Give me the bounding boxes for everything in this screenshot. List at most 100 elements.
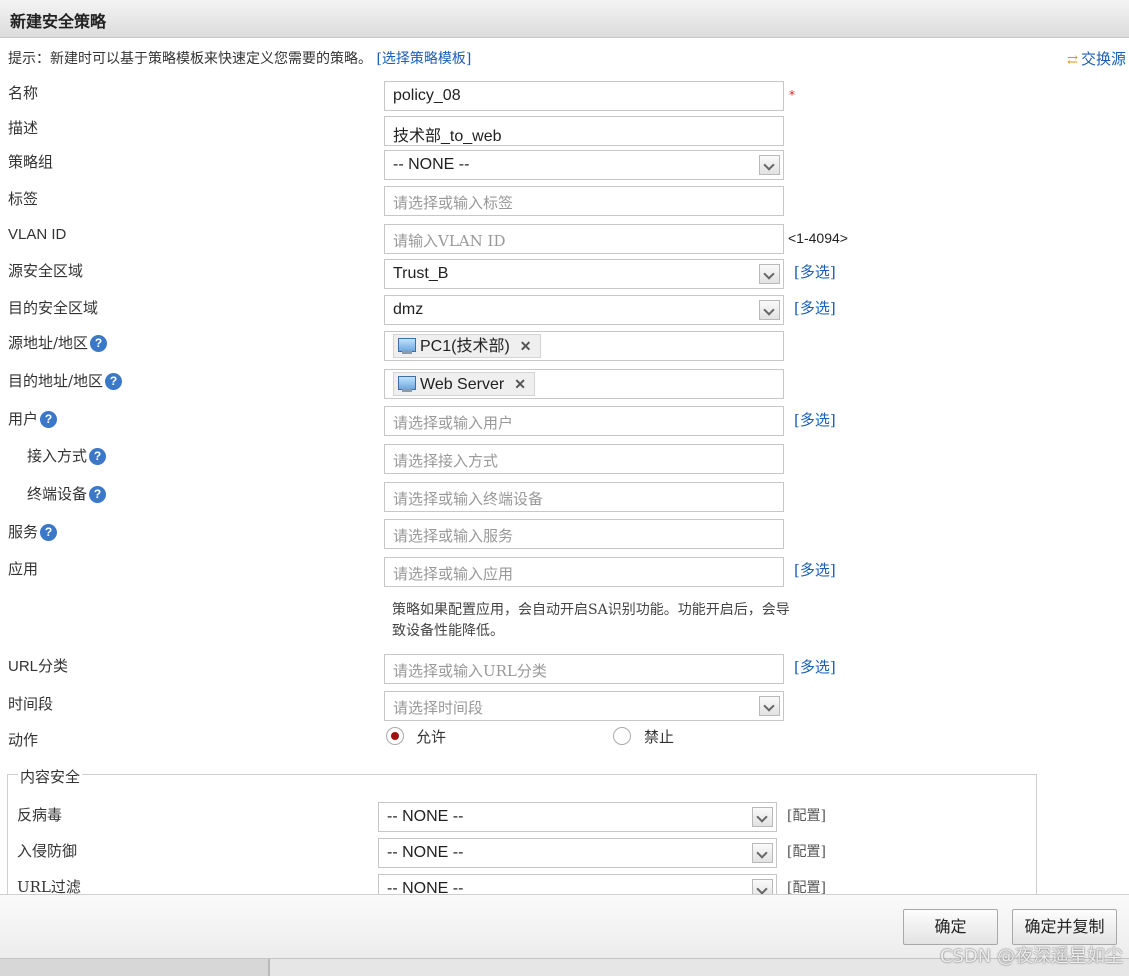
help-icon[interactable]: ? (40, 411, 58, 428)
chevron-down-icon[interactable] (752, 843, 773, 863)
dst-zone-multi-link[interactable]: [多选] (794, 297, 836, 318)
name-field[interactable]: policy_08 (384, 81, 784, 111)
chevron-down-icon[interactable] (759, 696, 780, 716)
hint-message: 提示：新建时可以基于策略模板来快速定义您需要的策略。 (8, 51, 372, 67)
help-icon[interactable]: ? (40, 524, 58, 541)
dst-address-label-text: 目的地址/地区 (8, 372, 104, 390)
chevron-down-icon[interactable] (759, 155, 780, 175)
hint-text: 提示：新建时可以基于策略模板来快速定义您需要的策略。 [选择策略模板] (8, 48, 471, 68)
chevron-down-icon[interactable] (759, 264, 780, 284)
src-zone-multi-link[interactable]: [多选] (794, 261, 836, 282)
schedule-label: 时间段 (8, 695, 54, 713)
access-mode-label: 接入方式? (27, 445, 107, 466)
src-address-tag-text: PC1(技术部) (420, 338, 510, 355)
ips-label: 入侵防御 (17, 842, 78, 860)
action-deny-radio[interactable] (613, 727, 631, 745)
policy-group-select[interactable]: -- NONE -- (384, 150, 784, 180)
src-address-field[interactable]: PC1(技术部) ✕ (384, 331, 784, 361)
required-marker: * (789, 88, 795, 102)
ok-button[interactable]: 确定 (903, 909, 998, 945)
description-value: 技术部_to_web (393, 128, 502, 145)
vlan-placeholder: 请输入VLAN ID (393, 232, 506, 250)
url-category-multi-link[interactable]: [多选] (794, 656, 836, 677)
ips-select[interactable]: -- NONE -- (378, 838, 777, 868)
src-zone-value: Trust_B (393, 265, 449, 282)
dst-zone-value: dmz (393, 301, 424, 318)
access-mode-placeholder: 请选择接入方式 (393, 452, 499, 470)
chevron-down-icon[interactable] (759, 300, 780, 320)
content-security-legend: 内容安全 (18, 766, 83, 787)
src-address-label: 源地址/地区? (8, 332, 108, 353)
status-bar-segment (0, 959, 270, 976)
antivirus-value: -- NONE -- (387, 808, 464, 825)
application-input[interactable]: 请选择或输入应用 (384, 557, 784, 587)
policy-group-value: -- NONE -- (393, 156, 470, 173)
service-label: 服务? (8, 521, 58, 542)
swap-source-link[interactable]: ⇄ 交换源 (1067, 48, 1126, 69)
remove-icon[interactable]: ✕ (514, 376, 526, 392)
url-category-label: URL分类 (8, 658, 69, 675)
action-permit-radio[interactable] (386, 727, 404, 745)
tag-placeholder: 请选择或输入标签 (393, 194, 514, 212)
url-category-input[interactable]: 请选择或输入URL分类 (384, 654, 784, 684)
action-label: 动作 (8, 731, 39, 749)
dst-address-tag-text: Web Server (420, 376, 505, 393)
action-permit-label: 允许 (416, 728, 447, 746)
swap-icon: ⇄ (1067, 53, 1078, 68)
src-zone-label: 源安全区域 (8, 262, 84, 280)
help-icon[interactable]: ? (105, 373, 123, 390)
ips-value: -- NONE -- (387, 844, 464, 861)
src-zone-select[interactable]: Trust_B (384, 259, 784, 289)
help-icon[interactable]: ? (89, 448, 107, 465)
user-multi-link[interactable]: [多选] (794, 409, 836, 430)
tag-label: 标签 (8, 190, 39, 208)
help-icon[interactable]: ? (89, 486, 107, 503)
dst-address-label: 目的地址/地区? (8, 370, 123, 391)
name-value: policy_08 (393, 87, 461, 104)
dst-zone-label: 目的安全区域 (8, 299, 99, 317)
schedule-placeholder: 请选择时间段 (393, 699, 484, 717)
ok-copy-button[interactable]: 确定并复制 (1012, 909, 1117, 945)
application-note: 策略如果配置应用，会自动开启SA识别功能。功能开启后，会导致设备性能降低。 (392, 602, 790, 639)
ips-config-link[interactable]: [配置] (787, 841, 826, 861)
vlan-label: VLAN ID (8, 226, 67, 243)
dst-zone-select[interactable]: dmz (384, 295, 784, 325)
computer-icon (398, 376, 416, 392)
user-label: 用户? (8, 408, 58, 429)
application-multi-link[interactable]: [多选] (794, 559, 836, 580)
select-template-link[interactable]: [选择策略模板] (376, 51, 471, 67)
computer-icon (398, 338, 416, 354)
dst-address-tag: Web Server ✕ (393, 372, 535, 396)
help-icon[interactable]: ? (90, 335, 108, 352)
vlan-range: <1-4094> (788, 230, 848, 246)
access-mode-label-text: 接入方式 (27, 447, 88, 465)
application-placeholder: 请选择或输入应用 (393, 565, 514, 583)
dst-address-field[interactable]: Web Server ✕ (384, 369, 784, 399)
antivirus-select[interactable]: -- NONE -- (378, 802, 777, 832)
access-mode-input[interactable]: 请选择接入方式 (384, 444, 784, 474)
vlan-input[interactable]: 请输入VLAN ID (384, 224, 784, 254)
service-label-text: 服务 (8, 523, 39, 541)
description-field[interactable]: 技术部_to_web (384, 116, 784, 146)
terminal-input[interactable]: 请选择或输入终端设备 (384, 482, 784, 512)
dialog-titlebar: 新建安全策略 (0, 0, 1129, 38)
chevron-down-icon[interactable] (752, 807, 773, 827)
terminal-label: 终端设备? (27, 483, 107, 504)
antivirus-config-link[interactable]: [配置] (787, 805, 826, 825)
terminal-placeholder: 请选择或输入终端设备 (393, 490, 544, 508)
name-label: 名称 (8, 84, 39, 102)
application-label: 应用 (8, 560, 39, 578)
user-input[interactable]: 请选择或输入用户 (384, 406, 784, 436)
src-address-label-text: 源地址/地区 (8, 334, 89, 352)
antivirus-label: 反病毒 (17, 806, 63, 824)
url-category-placeholder: 请选择或输入URL分类 (393, 662, 547, 680)
service-input[interactable]: 请选择或输入服务 (384, 519, 784, 549)
remove-icon[interactable]: ✕ (520, 338, 532, 354)
user-placeholder: 请选择或输入用户 (393, 414, 514, 432)
schedule-select[interactable]: 请选择时间段 (384, 691, 784, 721)
terminal-label-text: 终端设备 (27, 485, 88, 503)
watermark: CSDN @夜深遥星如尘 (939, 946, 1123, 967)
service-placeholder: 请选择或输入服务 (393, 527, 514, 545)
tag-input[interactable]: 请选择或输入标签 (384, 186, 784, 216)
description-label: 描述 (8, 119, 39, 137)
